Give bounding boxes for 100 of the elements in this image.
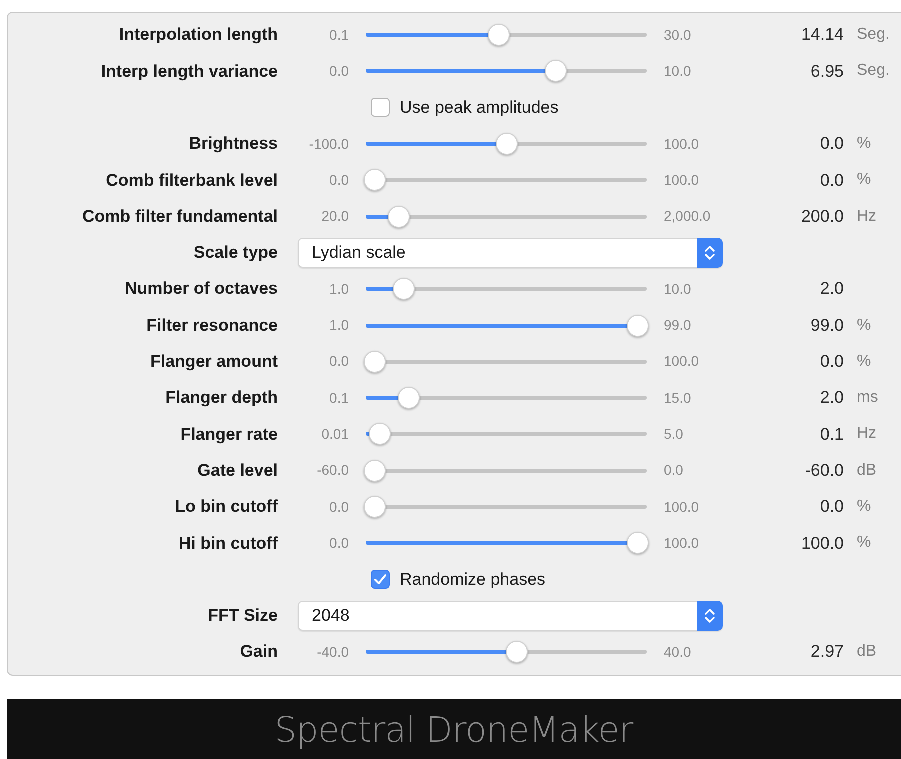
- slider-thumb[interactable]: [398, 387, 420, 410]
- dropdown[interactable]: Lydian scale: [298, 238, 723, 268]
- min-value: 0.0: [328, 170, 349, 190]
- value-readout: 0.0: [819, 496, 844, 518]
- slider-thumb[interactable]: [369, 423, 392, 446]
- slider-thumb[interactable]: [364, 169, 386, 192]
- value-readout: 200.0: [800, 206, 844, 228]
- slider-thumb[interactable]: [545, 60, 568, 82]
- setting-label: FFT Size: [207, 605, 278, 628]
- setting-label: Interpolation length: [118, 24, 278, 46]
- slider-track[interactable]: [366, 387, 647, 410]
- min-value: 0.1: [328, 26, 349, 45]
- dropdown-value: 2048: [311, 605, 351, 628]
- max-value: 100.0: [664, 170, 700, 190]
- unit-label: %: [857, 134, 872, 154]
- slider-thumb[interactable]: [392, 278, 415, 300]
- min-value: -40.0: [316, 642, 349, 662]
- max-value: 100.0: [664, 534, 700, 553]
- setting-label: Flanger amount: [149, 351, 278, 374]
- min-value: 0.01: [320, 424, 349, 444]
- min-value: 0.0: [328, 352, 349, 372]
- slider-thumb[interactable]: [488, 24, 510, 46]
- setting-label: Comb filter fundamental: [81, 206, 278, 228]
- max-value: 100.0: [664, 134, 700, 154]
- checkbox[interactable]: [371, 98, 390, 118]
- value-readout: 99.0: [810, 314, 844, 337]
- value-readout: 0.0: [819, 351, 844, 374]
- slider-track[interactable]: [366, 24, 647, 46]
- stepper-arrows-icon: [697, 238, 723, 268]
- slider-track[interactable]: [366, 206, 647, 228]
- slider-thumb[interactable]: [627, 532, 649, 554]
- slider-track[interactable]: [366, 350, 647, 373]
- value-readout: 0.0: [819, 170, 844, 192]
- max-value: 99.0: [664, 316, 692, 336]
- unit-label: Hz: [857, 424, 877, 444]
- setting-label: Flanger depth: [164, 387, 278, 410]
- setting-label: Number of octaves: [124, 278, 278, 300]
- setting-label: Interp length variance: [100, 60, 278, 83]
- slider-track[interactable]: [366, 532, 647, 554]
- slider-track[interactable]: [366, 496, 647, 518]
- dropdown[interactable]: 2048: [298, 600, 723, 631]
- slider-thumb[interactable]: [496, 133, 518, 156]
- setting-label: Hi bin cutoff: [178, 532, 278, 555]
- slider-thumb[interactable]: [364, 350, 386, 373]
- checkmark-icon: [374, 574, 387, 586]
- setting-label: Lo bin cutoff: [174, 496, 278, 518]
- max-value: 30.0: [664, 26, 692, 45]
- value-readout: 0.0: [819, 133, 844, 156]
- slider-track[interactable]: [366, 278, 647, 300]
- min-value: 1.0: [328, 280, 349, 299]
- min-value: -100.0: [308, 134, 349, 154]
- setting-label: Filter resonance: [146, 314, 278, 337]
- value-readout: 100.0: [800, 532, 844, 555]
- min-value: 0.0: [328, 62, 349, 81]
- max-value: 10.0: [664, 280, 692, 299]
- unit-label: %: [857, 533, 872, 554]
- min-value: 0.1: [328, 388, 349, 408]
- setting-label: Scale type: [192, 242, 278, 264]
- app-title: Spectral DroneMaker: [274, 710, 634, 753]
- value-readout: 2.0: [819, 387, 844, 410]
- unit-label: Seg.: [857, 61, 890, 82]
- value-readout: 0.1: [819, 424, 844, 446]
- min-value: 0.0: [328, 534, 349, 553]
- slider-thumb[interactable]: [388, 206, 410, 228]
- slider-track[interactable]: [366, 133, 647, 156]
- slider-track[interactable]: [366, 314, 647, 337]
- max-value: 100.0: [664, 498, 700, 516]
- unit-label: dB: [857, 642, 877, 662]
- value-readout: -60.0: [804, 460, 844, 482]
- max-value: 2,000.0: [664, 207, 712, 226]
- checkbox-label: Randomize phases: [400, 568, 546, 591]
- unit-label: dB: [857, 460, 877, 481]
- value-readout: 14.14: [800, 24, 844, 46]
- unit-label: %: [857, 497, 872, 517]
- min-value: 20.0: [320, 207, 349, 226]
- max-value: 40.0: [664, 642, 692, 662]
- min-value: 0.0: [328, 498, 349, 516]
- slider-thumb[interactable]: [364, 496, 386, 518]
- setting-label: Gate level: [196, 460, 278, 482]
- checkbox[interactable]: [371, 570, 390, 590]
- setting-label: Brightness: [188, 133, 278, 156]
- slider-thumb[interactable]: [506, 641, 528, 664]
- slider-track[interactable]: [366, 169, 647, 192]
- dropdown-value: Lydian scale: [311, 242, 407, 264]
- checkbox-label: Use peak amplitudes: [400, 96, 559, 119]
- slider-track[interactable]: [366, 641, 647, 664]
- max-value: 100.0: [664, 352, 700, 372]
- unit-label: %: [857, 352, 872, 372]
- slider-track[interactable]: [366, 60, 647, 82]
- max-value: 10.0: [664, 62, 692, 81]
- slider-track[interactable]: [366, 423, 647, 446]
- setting-label: Gain: [239, 641, 278, 664]
- unit-label: %: [857, 316, 872, 336]
- slider-track[interactable]: [366, 460, 647, 482]
- setting-label: Comb filterbank level: [105, 170, 278, 192]
- min-value: 1.0: [328, 316, 349, 336]
- max-value: 5.0: [664, 424, 684, 444]
- slider-thumb[interactable]: [627, 314, 649, 337]
- slider-thumb[interactable]: [364, 460, 386, 482]
- unit-label: ms: [857, 388, 878, 408]
